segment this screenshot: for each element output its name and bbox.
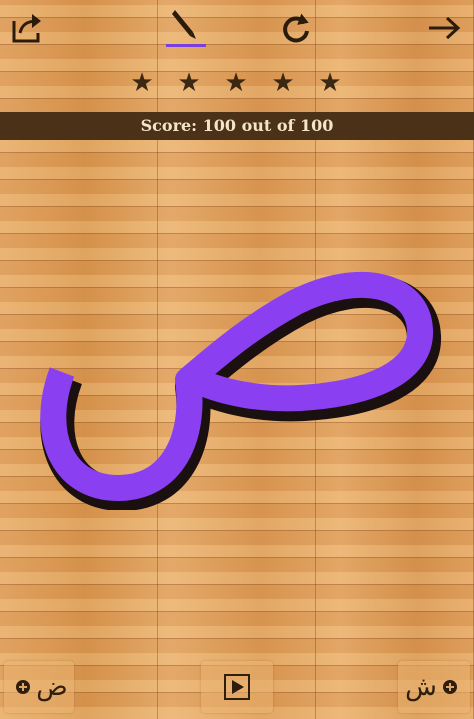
star-rating: ★ ★ ★ ★ ★ bbox=[0, 66, 474, 102]
score-text: Score: 100 out of 100 bbox=[0, 112, 474, 140]
next-letter-button[interactable]: ش bbox=[398, 661, 470, 713]
letter-tracing-area[interactable] bbox=[30, 270, 450, 511]
circle-plus-icon bbox=[16, 680, 31, 694]
star-icon: ★ bbox=[130, 68, 154, 98]
share-button[interactable] bbox=[8, 8, 48, 48]
previous-letter-button[interactable]: ض bbox=[4, 661, 74, 713]
arrow-right-icon bbox=[429, 16, 461, 40]
top-toolbar bbox=[0, 0, 474, 62]
arabic-letter-sad bbox=[40, 271, 441, 511]
reload-icon bbox=[283, 13, 309, 43]
play-button[interactable] bbox=[201, 661, 273, 713]
share-icon bbox=[12, 14, 41, 43]
star-icon: ★ bbox=[177, 68, 201, 98]
star-icon: ★ bbox=[224, 68, 248, 98]
play-icon bbox=[224, 674, 250, 700]
previous-letter-label: ض bbox=[36, 672, 68, 702]
pen-tool-button[interactable] bbox=[166, 8, 206, 48]
next-button[interactable] bbox=[424, 8, 464, 48]
circle-plus-icon bbox=[442, 680, 457, 694]
reload-button[interactable] bbox=[276, 8, 316, 48]
star-icon: ★ bbox=[318, 68, 342, 98]
pen-icon bbox=[166, 10, 206, 47]
next-letter-label: ش bbox=[405, 672, 437, 702]
star-icon: ★ bbox=[271, 68, 295, 98]
